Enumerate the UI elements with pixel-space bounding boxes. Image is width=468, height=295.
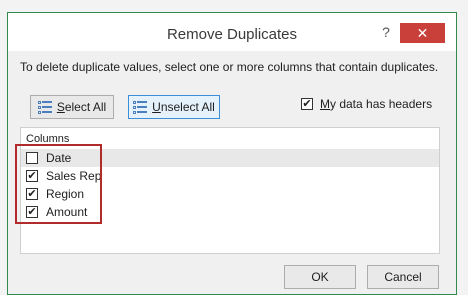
columns-list: Columns Date ✔ Sales Rep ✔ Region ✔ Amou… <box>20 127 440 254</box>
column-label: Date <box>46 151 72 165</box>
close-button[interactable]: ✕ <box>400 23 445 43</box>
column-checkbox-region[interactable]: ✔ <box>26 188 38 200</box>
select-all-icon <box>37 100 52 114</box>
close-icon: ✕ <box>416 25 429 41</box>
column-checkbox-sales-rep[interactable]: ✔ <box>26 170 38 182</box>
select-all-label: Select All <box>56 100 107 114</box>
my-data-has-headers-option[interactable]: ✔ My data has headers <box>301 97 432 111</box>
unselect-all-icon <box>133 100 148 114</box>
column-item-sales-rep[interactable]: ✔ Sales Rep <box>21 167 439 185</box>
unselect-all-button[interactable]: Unselect All <box>128 95 220 119</box>
headers-label: My data has headers <box>320 97 433 111</box>
instructions-text: To delete duplicate values, select one o… <box>20 60 439 74</box>
column-label: Region <box>46 187 85 201</box>
help-button[interactable]: ? <box>375 23 397 41</box>
select-all-button[interactable]: Select All <box>30 95 114 119</box>
column-label: Amount <box>46 205 88 219</box>
title-bar: Remove Duplicates ? ✕ <box>8 13 456 51</box>
column-item-amount[interactable]: ✔ Amount <box>21 203 439 221</box>
remove-duplicates-dialog: Remove Duplicates ? ✕ To delete duplicat… <box>7 12 457 295</box>
ok-button[interactable]: OK <box>284 265 356 289</box>
column-label: Sales Rep <box>46 169 102 183</box>
column-checkbox-date[interactable] <box>26 152 38 164</box>
headers-checkbox[interactable]: ✔ <box>301 98 313 110</box>
unselect-all-label: Unselect All <box>152 100 215 114</box>
cancel-button[interactable]: Cancel <box>367 265 439 289</box>
column-item-region[interactable]: ✔ Region <box>21 185 439 203</box>
columns-heading: Columns <box>26 133 70 145</box>
column-item-date[interactable]: Date <box>21 149 439 167</box>
column-checkbox-amount[interactable]: ✔ <box>26 206 38 218</box>
dialog-body: To delete duplicate values, select one o… <box>8 51 456 294</box>
